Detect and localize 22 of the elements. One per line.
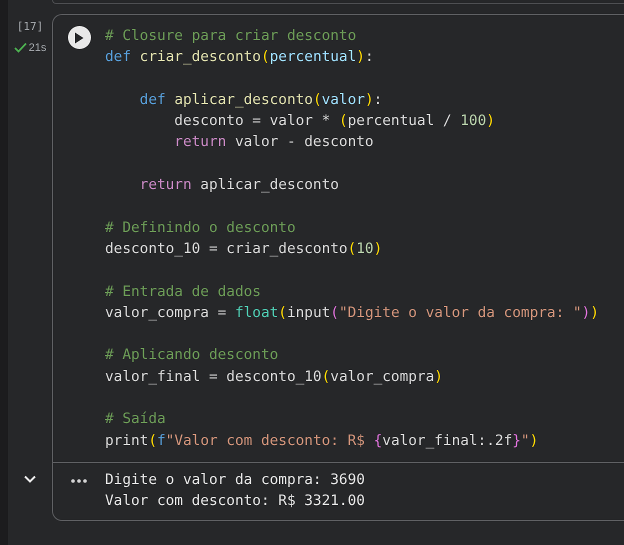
code-line: def aplicar_desconto(valor):	[138, 90, 382, 110]
code-line: desconto_10 = criar_desconto(10)	[105, 240, 382, 259]
play-icon	[74, 32, 84, 44]
more-icon[interactable]	[71, 478, 87, 483]
code-line: # Closure para criar desconto	[105, 27, 356, 46]
code-line: def criar_desconto(percentual):	[105, 48, 374, 68]
code-line: return aplicar_desconto	[138, 176, 339, 196]
code-line: # Saída	[105, 410, 166, 430]
output-line: Digite o valor da compra: 3690	[105, 470, 365, 490]
execution-count: [17]	[16, 19, 44, 35]
code-line: print(f"Valor com desconto: R$ {valor_final:.2f}")	[105, 432, 538, 451]
run-duration: 21s	[28, 40, 46, 56]
code-line: valor_compra = float(input("Digite o valor da compra: "))	[105, 304, 599, 323]
output-line: Valor com desconto: R$ 3321.00	[105, 492, 365, 512]
run-button[interactable]	[68, 26, 90, 49]
collapse-chevron-icon[interactable]	[23, 474, 37, 484]
code-line: return valor - desconto	[173, 133, 374, 152]
code-line: # Definindo o desconto	[105, 218, 296, 238]
code-line: # Aplicando desconto	[105, 346, 278, 366]
code-line: valor_final = desconto_10(valor_compra)	[105, 368, 443, 387]
code-line: # Entrada de dados	[105, 282, 261, 302]
code-line: desconto = valor * (percentual / 100)	[173, 112, 495, 132]
